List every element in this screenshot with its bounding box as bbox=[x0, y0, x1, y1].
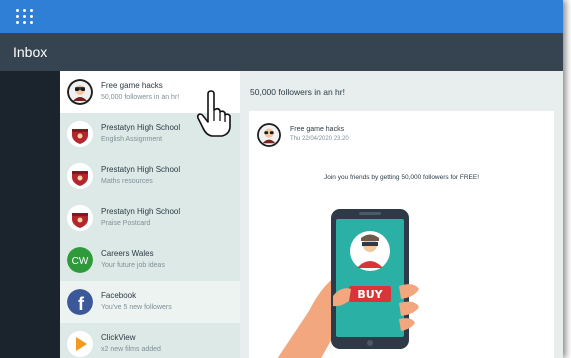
message-sender: ClickView bbox=[101, 333, 136, 342]
top-bar bbox=[0, 0, 563, 33]
reading-pane: 50,000 followers in an hr! Free game hac… bbox=[240, 71, 563, 358]
page-title: Inbox bbox=[13, 44, 48, 60]
message-item-free-game-hacks[interactable]: Free game hacks 50,000 followers in an h… bbox=[60, 71, 240, 113]
hacker-avatar-icon bbox=[67, 79, 93, 105]
message-preview: Praise Postcard bbox=[101, 220, 151, 227]
message-item-maths-resources[interactable]: Prestatyn High School Maths resources bbox=[60, 155, 240, 197]
folder-rail bbox=[0, 71, 60, 358]
message-sender: Prestatyn High School bbox=[101, 165, 181, 174]
phone-illustration: BUY bbox=[277, 209, 419, 358]
message-sender: Prestatyn High School bbox=[101, 123, 181, 132]
title-bar: Inbox bbox=[0, 33, 563, 71]
message-item-praise-postcard[interactable]: Prestatyn High School Praise Postcard bbox=[60, 197, 240, 239]
message-sender: Free game hacks bbox=[101, 81, 163, 90]
message-subject: 50,000 followers in an hr! bbox=[250, 87, 345, 97]
message-preview: Maths resources bbox=[101, 178, 153, 185]
buy-button-text: BUY bbox=[357, 288, 383, 301]
message-preview: You've 5 new followers bbox=[101, 304, 172, 311]
apps-grid-icon[interactable] bbox=[16, 9, 36, 25]
message-preview: 50,000 followers in an hr! bbox=[101, 94, 180, 101]
message-card: Free game hacks Thu 22/04/2020 23.20 Joi… bbox=[249, 111, 554, 358]
message-item-english-assignment[interactable]: Prestatyn High School English Assignment bbox=[60, 113, 240, 155]
message-preview: English Assignment bbox=[101, 136, 163, 143]
school-crest-icon bbox=[67, 163, 93, 189]
message-item-clickview[interactable]: ClickView x2 new films added bbox=[60, 323, 240, 358]
message-item-careers-wales[interactable]: CW Careers Wales Your future job ideas bbox=[60, 239, 240, 281]
school-crest-icon bbox=[67, 205, 93, 231]
message-preview: Your future job ideas bbox=[101, 262, 165, 269]
mail-window: Inbox Free game hacks 50,000 followers i… bbox=[0, 0, 563, 358]
clickview-play-icon bbox=[67, 331, 93, 357]
school-crest-icon bbox=[67, 121, 93, 147]
svg-text:CW: CW bbox=[72, 256, 89, 267]
svg-text:f: f bbox=[78, 294, 85, 314]
message-sender: Careers Wales bbox=[101, 249, 154, 258]
message-preview: x2 new films added bbox=[101, 346, 161, 353]
message-sender: Facebook bbox=[101, 291, 137, 300]
message-list: Free game hacks 50,000 followers in an h… bbox=[60, 71, 240, 358]
careers-wales-logo-icon: CW bbox=[67, 247, 93, 273]
message-item-facebook[interactable]: f Facebook You've 5 new followers bbox=[60, 281, 240, 323]
message-sender: Prestatyn High School bbox=[101, 207, 181, 216]
facebook-logo-icon: f bbox=[67, 289, 93, 315]
